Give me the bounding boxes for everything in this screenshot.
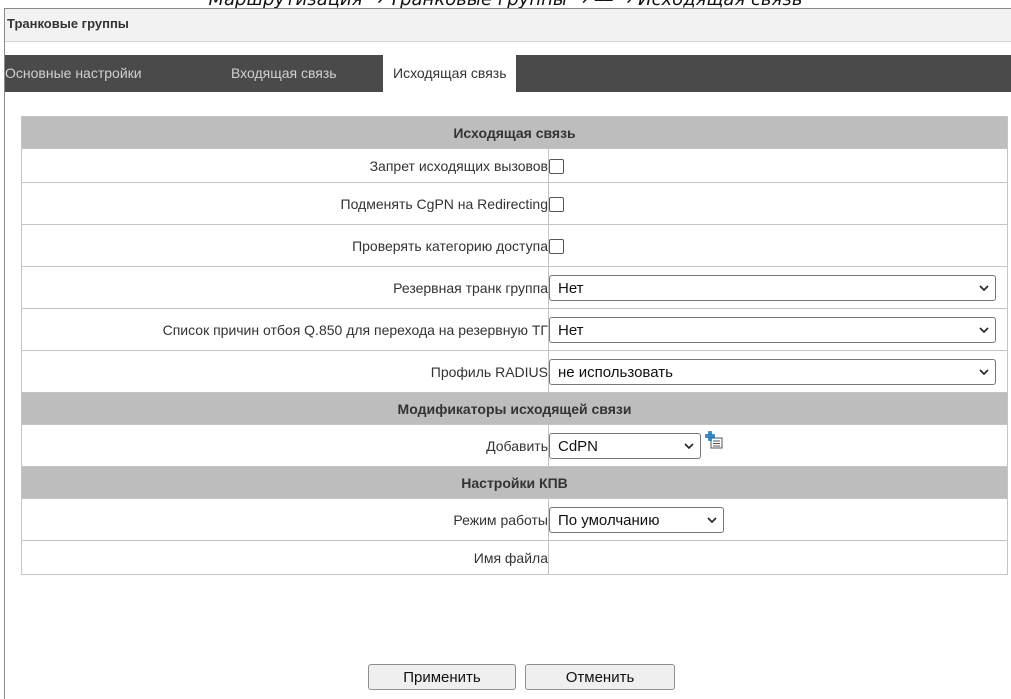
q850-causes-label: Список причин отбоя Q.850 для перехода н…	[21, 308, 549, 351]
window-title-bar: Транковые группы	[5, 9, 1011, 42]
outgoing-settings-table: Исходящая связь Запрет исходящих вызовов…	[20, 116, 1009, 575]
kpv-mode-label: Режим работы	[21, 498, 549, 541]
modifier-type-value: CdPN	[558, 437, 599, 455]
section-header-outgoing: Исходящая связь	[20, 116, 1009, 149]
kpv-mode-select[interactable]: По умолчанию	[549, 506, 724, 533]
section-header-kpv: Настройки КПВ	[20, 466, 1009, 499]
chevron-down-icon	[684, 442, 694, 449]
replace-cgpn-label: Подменять CgPN на Redirecting	[21, 182, 549, 225]
kpv-mode-value: По умолчанию	[558, 511, 660, 529]
q850-causes-select[interactable]: Нет	[549, 316, 996, 343]
tab-outgoing[interactable]: Исходящая связь	[383, 55, 517, 92]
kpv-filename-value	[547, 540, 1009, 575]
radius-profile-select[interactable]: не использовать	[549, 358, 996, 385]
backup-trunk-group-label: Резервная транк группа	[21, 266, 549, 309]
add-row-icon[interactable]	[705, 430, 723, 449]
check-access-category-label: Проверять категорию доступа	[21, 224, 549, 267]
chevron-down-icon	[707, 516, 717, 523]
replace-cgpn-checkbox[interactable]	[549, 196, 564, 212]
backup-trunk-group-value: Нет	[558, 279, 584, 297]
radius-profile-value: не использовать	[558, 363, 673, 381]
radius-profile-label: Профиль RADIUS	[21, 350, 549, 393]
chevron-down-icon	[979, 368, 989, 375]
deny-outgoing-label: Запрет исходящих вызовов	[21, 148, 549, 183]
tab-main-settings[interactable]: Основные настройки	[5, 55, 142, 92]
kpv-filename-label: Имя файла	[21, 540, 549, 575]
q850-causes-value: Нет	[558, 321, 584, 339]
deny-outgoing-checkbox[interactable]	[549, 158, 564, 174]
tab-bar: Основные настройки Входящая связь Исходя…	[5, 55, 1011, 92]
apply-button[interactable]: Применить	[368, 664, 516, 690]
add-modifier-label: Добавить	[21, 424, 549, 467]
backup-trunk-group-select[interactable]: Нет	[549, 274, 996, 301]
section-header-modifiers: Модификаторы исходящей связи	[20, 392, 1009, 425]
window-title: Транковые группы	[7, 16, 129, 31]
check-access-category-checkbox[interactable]	[549, 238, 564, 254]
cancel-button[interactable]: Отменить	[525, 664, 675, 690]
modifier-type-select[interactable]: CdPN	[549, 432, 701, 459]
chevron-down-icon	[979, 326, 989, 333]
chevron-down-icon	[979, 284, 989, 291]
tab-incoming[interactable]: Входящая связь	[231, 55, 337, 92]
